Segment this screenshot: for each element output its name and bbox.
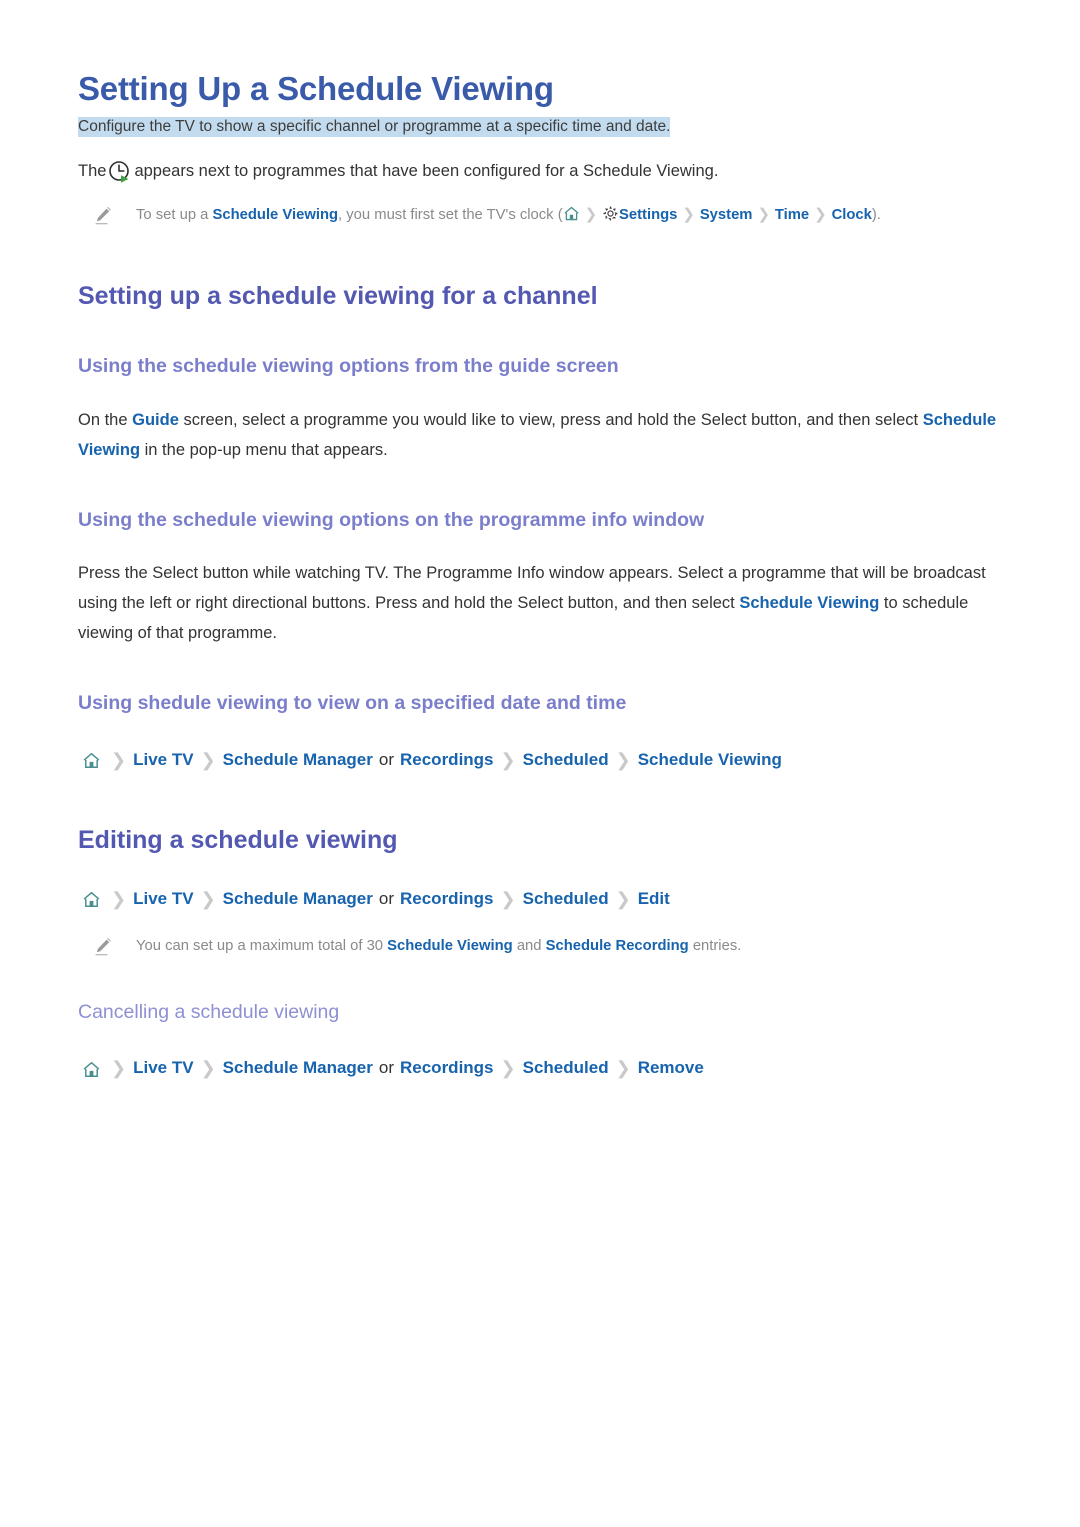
heading-programme-info-window: Using the schedule viewing options on th…: [78, 508, 705, 531]
link-time[interactable]: Time: [775, 207, 809, 223]
breadcrumb-chevron-icon: ❯: [682, 207, 695, 224]
breadcrumb-chevron-icon: ❯: [814, 207, 827, 224]
link-schedule-viewing[interactable]: Schedule Viewing: [387, 938, 513, 954]
intro-text-before: The: [78, 161, 107, 180]
page-subtitle: Configure the TV to show a specific chan…: [78, 116, 1020, 138]
crumb-edit[interactable]: Edit: [638, 889, 670, 909]
crumb-live-tv[interactable]: Live TV: [133, 750, 193, 770]
note-set-clock-text: To set up a Schedule Viewing, you must f…: [136, 204, 881, 226]
page-title: Setting Up a Schedule Viewing: [78, 70, 554, 107]
breadcrumb-remove: ❯ Live TV ❯ Schedule Manager or Recordin…: [78, 1058, 1020, 1078]
pencil-icon: [92, 937, 114, 957]
note-text-2: , you must first set the TV's clock (: [338, 207, 563, 224]
schedule-clock-icon: [107, 159, 133, 185]
crumb-remove[interactable]: Remove: [638, 1058, 704, 1078]
heading-guide-screen: Using the schedule viewing options from …: [78, 355, 619, 378]
note-text-2: and: [512, 937, 546, 954]
crumb-live-tv[interactable]: Live TV: [133, 1058, 193, 1078]
heading-editing-schedule-viewing: Editing a schedule viewing: [78, 825, 398, 854]
crumb-live-tv[interactable]: Live TV: [133, 889, 193, 909]
breadcrumb-chevron-icon: ❯: [615, 749, 631, 770]
gear-icon: [602, 205, 619, 222]
paragraph-guide-screen: On the Guide screen, select a programme …: [78, 405, 1020, 465]
link-schedule-viewing[interactable]: Schedule Viewing: [213, 207, 339, 223]
link-schedule-recording[interactable]: Schedule Recording: [546, 938, 689, 954]
home-icon: [563, 205, 580, 222]
breadcrumb-chevron-icon: ❯: [500, 1058, 516, 1079]
crumb-or: or: [378, 888, 394, 908]
note-max-entries-text: You can set up a maximum total of 30 Sch…: [136, 935, 741, 957]
home-icon[interactable]: [82, 890, 101, 909]
link-clock[interactable]: Clock: [832, 207, 872, 223]
breadcrumb-schedule-viewing: ❯ Live TV ❯ Schedule Manager or Recordin…: [78, 750, 1020, 770]
breadcrumb-chevron-icon: ❯: [200, 1058, 216, 1079]
crumb-recordings[interactable]: Recordings: [400, 750, 494, 770]
page-subtitle-highlight: Configure the TV to show a specific chan…: [78, 116, 671, 137]
link-guide[interactable]: Guide: [132, 411, 179, 429]
breadcrumb-chevron-icon: ❯: [615, 888, 631, 909]
note-max-entries: You can set up a maximum total of 30 Sch…: [78, 935, 1020, 957]
note-text-1: You can set up a maximum total of 30: [136, 937, 388, 954]
document-page: Setting Up a Schedule Viewing Configure …: [0, 0, 1080, 1527]
breadcrumb-chevron-icon: ❯: [200, 749, 216, 770]
link-settings[interactable]: Settings: [619, 207, 677, 223]
link-system[interactable]: System: [700, 207, 753, 223]
breadcrumb-chevron-icon: ❯: [584, 207, 598, 224]
breadcrumb-chevron-icon: ❯: [200, 888, 216, 909]
heading-setting-up-channel: Setting up a schedule viewing for a chan…: [78, 282, 598, 311]
paragraph-programme-info: Press the Select button while watching T…: [78, 558, 1020, 648]
note-text-1: To set up a: [136, 207, 213, 224]
crumb-recordings[interactable]: Recordings: [400, 889, 494, 909]
breadcrumb-chevron-icon: ❯: [500, 749, 516, 770]
breadcrumb-chevron-icon: ❯: [111, 888, 127, 909]
crumb-schedule-manager[interactable]: Schedule Manager: [223, 889, 373, 909]
note-text-3: entries.: [688, 937, 742, 954]
note-set-clock: To set up a Schedule Viewing, you must f…: [78, 204, 1020, 226]
pencil-icon: [92, 206, 114, 226]
para-text-2: screen, select a programme you would lik…: [178, 410, 923, 429]
para-text-1: On the: [78, 410, 133, 429]
crumb-schedule-viewing[interactable]: Schedule Viewing: [638, 750, 782, 770]
intro-line: The appears next to programmes that have…: [78, 158, 1020, 184]
heading-specified-date-time: Using shedule viewing to view on a speci…: [78, 692, 627, 715]
home-icon[interactable]: [82, 751, 101, 770]
para-text-3: in the pop-up menu that appears.: [140, 440, 388, 459]
crumb-or: or: [378, 1058, 394, 1078]
crumb-recordings[interactable]: Recordings: [400, 1058, 494, 1078]
crumb-schedule-manager[interactable]: Schedule Manager: [223, 1058, 373, 1078]
breadcrumb-chevron-icon: ❯: [757, 207, 770, 224]
breadcrumb-chevron-icon: ❯: [500, 888, 516, 909]
crumb-scheduled[interactable]: Scheduled: [523, 889, 609, 909]
intro-text-after: appears next to programmes that have bee…: [134, 161, 719, 180]
crumb-scheduled[interactable]: Scheduled: [523, 1058, 609, 1078]
note-text-3: ).: [871, 207, 881, 224]
crumb-or: or: [378, 749, 394, 769]
breadcrumb-chevron-icon: ❯: [615, 1058, 631, 1079]
breadcrumb-chevron-icon: ❯: [111, 1058, 127, 1079]
link-schedule-viewing[interactable]: Schedule Viewing: [739, 594, 879, 612]
crumb-schedule-manager[interactable]: Schedule Manager: [223, 750, 373, 770]
heading-cancelling-schedule-viewing: Cancelling a schedule viewing: [78, 1000, 340, 1023]
breadcrumb-edit: ❯ Live TV ❯ Schedule Manager or Recordin…: [78, 889, 1020, 909]
home-icon[interactable]: [82, 1060, 101, 1079]
crumb-scheduled[interactable]: Scheduled: [523, 750, 609, 770]
breadcrumb-chevron-icon: ❯: [111, 749, 127, 770]
